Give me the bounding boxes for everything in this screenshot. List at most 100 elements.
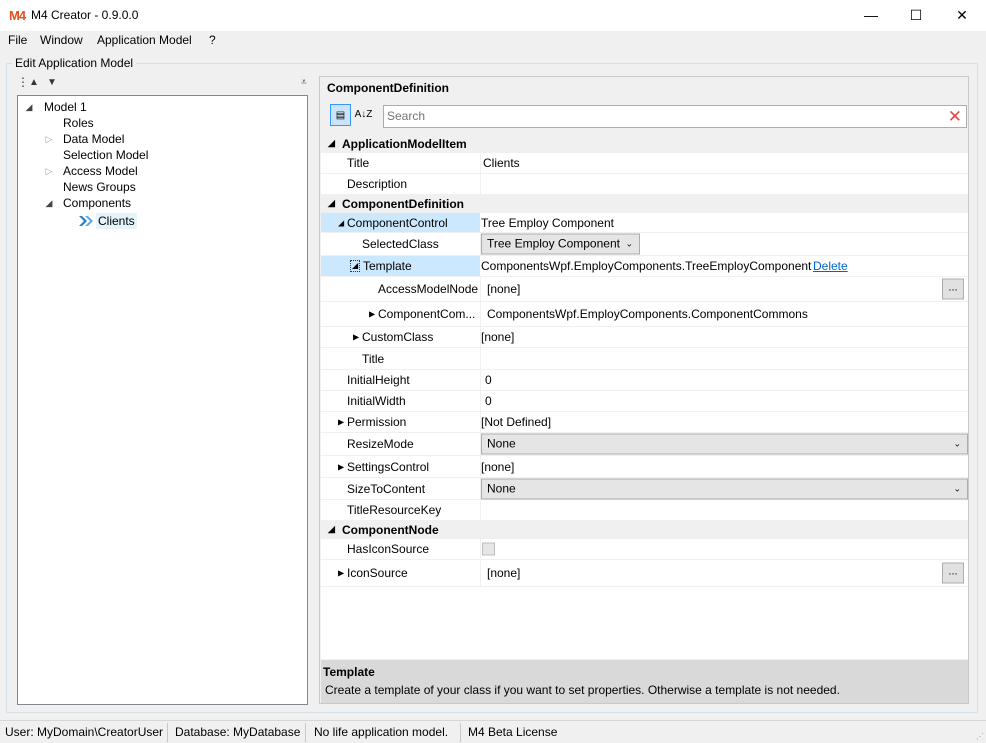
property-row-template[interactable]: ◢ Template ComponentsWpf.EmployComponent…: [321, 256, 968, 277]
resize-mode-dropdown[interactable]: None ⌄: [481, 433, 968, 455]
property-value[interactable]: ComponentsWpf.EmployComponents.TreeEmplo…: [481, 259, 811, 273]
menu-window[interactable]: Window: [40, 33, 83, 47]
expand-arrow-icon[interactable]: ▶: [338, 418, 344, 427]
property-value[interactable]: Clients: [483, 156, 520, 170]
category-component-definition[interactable]: ◢ ComponentDefinition: [321, 195, 968, 213]
move-down-icon[interactable]: ▼: [47, 77, 57, 88]
property-value[interactable]: [none]: [481, 330, 514, 344]
window-title: M4 Creator - 0.9.0.0: [31, 8, 139, 22]
browse-button[interactable]: ...: [942, 562, 964, 584]
collapse-arrow-icon[interactable]: ◢: [24, 99, 34, 115]
title-bar: M4 M4 Creator - 0.9.0.0 — ☐ ✕: [0, 0, 986, 31]
menu-file[interactable]: File: [8, 33, 27, 47]
property-row-title[interactable]: Title Clients: [321, 153, 968, 174]
tree-toolbar: ⋮ ▲ ▼ ⩡: [17, 75, 308, 93]
tree-node-news-groups[interactable]: News Groups: [63, 179, 136, 195]
category-label: ComponentDefinition: [342, 197, 464, 211]
property-value[interactable]: Tree Employ Component: [481, 216, 614, 230]
category-label: ComponentNode: [342, 523, 439, 537]
tree-node-selection-model[interactable]: Selection Model: [63, 147, 148, 163]
model-tree[interactable]: ◢ Model 1 Roles ▷ Data Model Selection M…: [17, 95, 308, 705]
clear-search-icon[interactable]: ✕: [948, 107, 962, 127]
property-value: ComponentsWpf.EmployComponents.Component…: [487, 307, 808, 321]
toolbar-grip-icon[interactable]: ⋮: [17, 75, 29, 89]
categorized-view-icon[interactable]: ▤: [330, 104, 351, 126]
category-label: ApplicationModelItem: [342, 137, 467, 151]
move-up-icon[interactable]: ▲: [29, 77, 39, 88]
collapse-arrow-icon[interactable]: ◢: [328, 138, 335, 149]
toolbar-overflow-icon[interactable]: ⩡: [301, 77, 307, 88]
close-button[interactable]: ✕: [939, 0, 985, 31]
collapse-arrow-icon[interactable]: ◢: [328, 198, 335, 209]
search-box: ✕: [383, 105, 967, 128]
minimize-button[interactable]: —: [848, 0, 894, 31]
property-row-custom-class[interactable]: ▶ CustomClass [none]: [321, 327, 968, 348]
property-name: Template: [363, 259, 412, 273]
property-row-resize-mode[interactable]: ResizeMode None ⌄: [321, 433, 968, 456]
property-name: HasIconSource: [347, 542, 430, 556]
expand-arrow-icon[interactable]: ▶: [353, 333, 359, 342]
property-row-permission[interactable]: ▶ Permission [Not Defined]: [321, 412, 968, 433]
expand-arrow-icon[interactable]: ▶: [369, 310, 375, 319]
tree-node-label: Selection Model: [63, 148, 149, 162]
maximize-button[interactable]: ☐: [893, 0, 939, 31]
property-name: SettingsControl: [347, 459, 430, 474]
property-value[interactable]: 0: [485, 394, 492, 408]
expand-arrow-icon[interactable]: ▶: [338, 569, 344, 578]
property-value[interactable]: [none]: [481, 460, 514, 474]
property-row-component-control[interactable]: ◢ ComponentControl Tree Employ Component: [321, 213, 968, 233]
property-row-initial-width[interactable]: InitialWidth 0: [321, 391, 968, 412]
property-value: [none]: [487, 566, 521, 580]
property-list: ◢ ApplicationModelItem Title Clients Des…: [321, 135, 968, 659]
property-name: ComponentCom...: [378, 307, 476, 321]
property-row-icon-source[interactable]: ▶ IconSource [none] ...: [321, 560, 968, 587]
collapse-arrow-icon[interactable]: ◢: [44, 195, 54, 211]
component-icon: [78, 214, 94, 232]
menu-application-model[interactable]: Application Model: [97, 33, 192, 47]
size-to-content-dropdown[interactable]: None ⌄: [481, 478, 968, 499]
property-value[interactable]: 0: [485, 373, 492, 387]
status-user: User: MyDomain\CreatorUser: [5, 725, 164, 739]
property-row-template-title[interactable]: Title: [321, 348, 968, 370]
collapse-arrow-icon[interactable]: ◢: [350, 260, 361, 272]
category-component-node[interactable]: ◢ ComponentNode: [321, 521, 968, 539]
property-name: Permission: [347, 415, 407, 429]
dropdown-value: Tree Employ Component: [487, 236, 620, 251]
expand-arrow-icon[interactable]: ▷: [44, 163, 54, 179]
selected-class-dropdown[interactable]: Tree Employ Component ⌄: [481, 233, 640, 255]
collapse-arrow-icon[interactable]: ◢: [338, 218, 344, 227]
expand-arrow-icon[interactable]: ▶: [338, 462, 344, 471]
chevron-down-icon: ⌄: [625, 238, 633, 249]
property-grid-header: ComponentDefinition: [327, 81, 449, 95]
property-row-access-model-node[interactable]: AccessModelNode [none] ...: [321, 277, 968, 302]
tree-node-roles[interactable]: Roles: [63, 115, 94, 131]
category-application-model-item[interactable]: ◢ ApplicationModelItem: [321, 135, 968, 153]
tree-node-label: Clients: [96, 213, 137, 229]
app-logo: M4: [9, 8, 26, 23]
property-row-settings-control[interactable]: ▶ SettingsControl [none]: [321, 456, 968, 478]
expand-arrow-icon[interactable]: ▷: [44, 131, 54, 147]
collapse-arrow-icon[interactable]: ◢: [328, 524, 335, 535]
property-row-description[interactable]: Description: [321, 174, 968, 195]
property-row-initial-height[interactable]: InitialHeight 0: [321, 370, 968, 391]
property-name: Description: [347, 177, 408, 191]
property-value[interactable]: [Not Defined]: [481, 415, 551, 429]
property-row-has-icon-source[interactable]: HasIconSource: [321, 539, 968, 560]
property-row-title-resource-key[interactable]: TitleResourceKey: [321, 500, 968, 521]
dropdown-value: None: [487, 481, 516, 495]
resize-grip-icon[interactable]: ⋰: [976, 732, 984, 741]
menu-help[interactable]: ?: [209, 33, 216, 47]
property-row-selected-class[interactable]: SelectedClass Tree Employ Component ⌄: [321, 233, 968, 256]
browse-button[interactable]: ...: [942, 278, 964, 300]
alphabetical-sort-icon[interactable]: A↓Z: [353, 104, 374, 126]
chevron-down-icon: ⌄: [953, 438, 961, 449]
description-panel: Template Create a template of your class…: [321, 660, 968, 703]
chevron-down-icon: ⌄: [953, 483, 961, 493]
dropdown-value: None: [487, 436, 516, 451]
delete-link[interactable]: Delete: [813, 259, 848, 273]
property-row-size-to-content[interactable]: SizeToContent None ⌄: [321, 478, 968, 500]
search-input[interactable]: [384, 106, 924, 126]
property-name: CustomClass: [362, 330, 434, 344]
property-row-component-commons[interactable]: ▶ ComponentCom... ComponentsWpf.EmployCo…: [321, 302, 968, 327]
has-icon-source-checkbox[interactable]: [482, 542, 495, 556]
